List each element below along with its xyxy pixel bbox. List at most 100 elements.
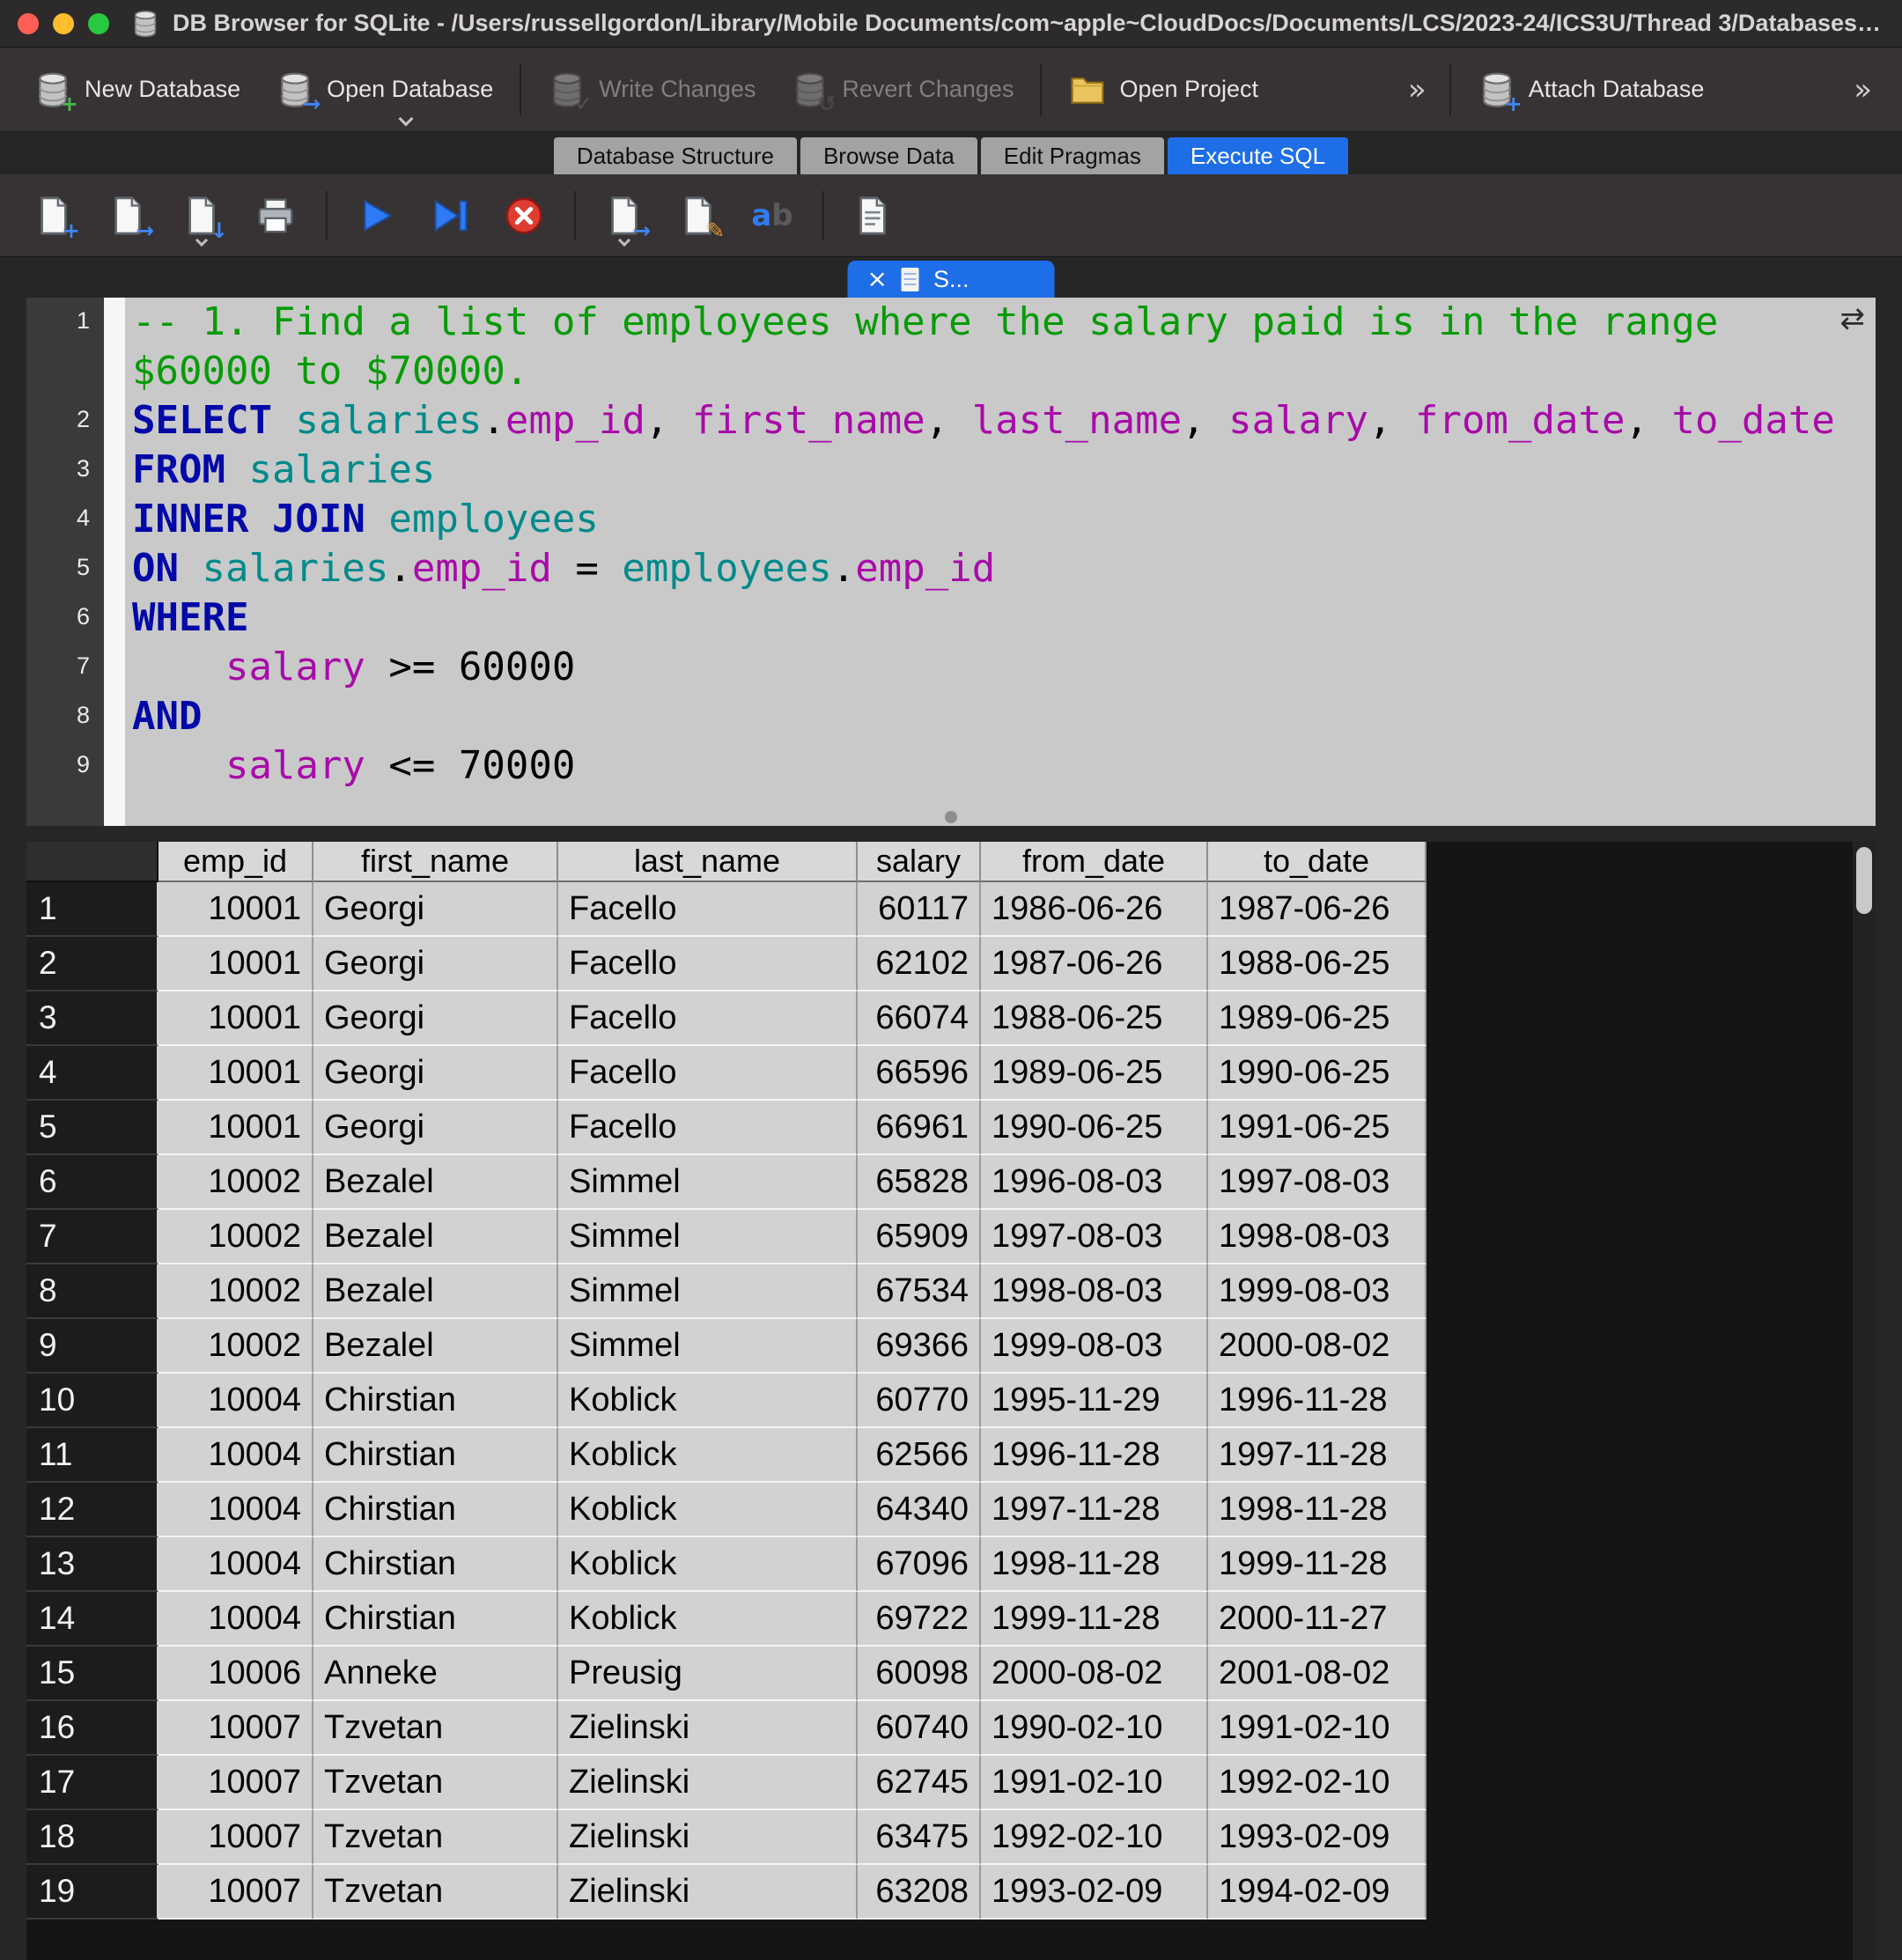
cell[interactable]: Koblick <box>558 1592 858 1647</box>
code-text[interactable]: AND <box>125 692 1876 741</box>
cell[interactable]: 10001 <box>158 937 313 991</box>
cell[interactable]: Chirstian <box>313 1592 558 1647</box>
cell[interactable]: 1986-06-26 <box>981 882 1208 937</box>
save-sql-file-button[interactable]: ↓ <box>173 185 231 247</box>
column-header-first_name[interactable]: first_name <box>313 842 558 882</box>
cell[interactable]: 69366 <box>858 1319 981 1374</box>
cell[interactable]: 66596 <box>858 1046 981 1101</box>
cell[interactable]: Koblick <box>558 1374 858 1428</box>
cell[interactable]: 10004 <box>158 1592 313 1647</box>
column-header-from_date[interactable]: from_date <box>981 842 1208 882</box>
cell[interactable]: Facello <box>558 1046 858 1101</box>
cell[interactable]: 10007 <box>158 1701 313 1756</box>
open-database-dropdown-icon[interactable] <box>398 112 413 127</box>
row-number[interactable]: 1 <box>26 882 158 937</box>
cell[interactable]: 1997-11-28 <box>981 1483 1208 1537</box>
tab-edit-pragmas[interactable]: Edit Pragmas <box>981 137 1164 174</box>
row-number[interactable]: 9 <box>26 1319 158 1374</box>
cell[interactable]: Facello <box>558 991 858 1046</box>
cell[interactable]: 10002 <box>158 1319 313 1374</box>
row-number[interactable]: 10 <box>26 1374 158 1428</box>
cell[interactable]: 1990-06-25 <box>981 1101 1208 1155</box>
cell[interactable]: 1988-06-25 <box>981 991 1208 1046</box>
vertical-scrollbar[interactable] <box>1853 842 1876 1960</box>
cell[interactable]: 60740 <box>858 1701 981 1756</box>
cell[interactable]: 1991-06-25 <box>1208 1101 1426 1155</box>
cell[interactable]: 1997-08-03 <box>1208 1155 1426 1210</box>
cell[interactable]: 60770 <box>858 1374 981 1428</box>
cell[interactable]: 10004 <box>158 1374 313 1428</box>
cell[interactable]: 1987-06-26 <box>981 937 1208 991</box>
cell[interactable]: 10001 <box>158 991 313 1046</box>
code-text[interactable]: SELECT salaries.emp_id, first_name, last… <box>125 396 1876 446</box>
cell[interactable]: 62566 <box>858 1428 981 1483</box>
tab-execute-sql[interactable]: Execute SQL <box>1168 137 1348 174</box>
cell[interactable]: 10007 <box>158 1865 313 1919</box>
cell[interactable]: 1991-02-10 <box>1208 1701 1426 1756</box>
cell[interactable]: 10001 <box>158 1101 313 1155</box>
cell[interactable]: Bezalel <box>313 1210 558 1264</box>
cell[interactable]: 67096 <box>858 1537 981 1592</box>
row-number[interactable]: 17 <box>26 1756 158 1810</box>
cell[interactable]: 60098 <box>858 1647 981 1701</box>
cell[interactable]: 1989-06-25 <box>981 1046 1208 1101</box>
cell[interactable]: 10004 <box>158 1428 313 1483</box>
code-text[interactable]: WHERE <box>125 593 1876 643</box>
cell[interactable]: Georgi <box>313 937 558 991</box>
row-number[interactable]: 19 <box>26 1865 158 1919</box>
cell[interactable]: 10001 <box>158 882 313 937</box>
editor-line[interactable]: 9 salary <= 70000 <box>26 741 1876 791</box>
row-number[interactable]: 14 <box>26 1592 158 1647</box>
column-header-last_name[interactable]: last_name <box>558 842 858 882</box>
cell[interactable]: Koblick <box>558 1483 858 1537</box>
cell[interactable]: 66074 <box>858 991 981 1046</box>
sql-file-tab[interactable]: × S... <box>848 261 1055 298</box>
cell[interactable]: 10004 <box>158 1537 313 1592</box>
cell[interactable]: 2001-08-02 <box>1208 1647 1426 1701</box>
cell[interactable]: 10001 <box>158 1046 313 1101</box>
column-header-emp_id[interactable]: emp_id <box>158 842 313 882</box>
row-number[interactable]: 8 <box>26 1264 158 1319</box>
row-number[interactable]: 6 <box>26 1155 158 1210</box>
cell[interactable]: 10002 <box>158 1210 313 1264</box>
cell[interactable]: 1998-08-03 <box>981 1264 1208 1319</box>
code-text[interactable]: salary <= 70000 <box>125 741 1876 791</box>
cell[interactable]: 1990-02-10 <box>981 1701 1208 1756</box>
cell[interactable]: 10002 <box>158 1155 313 1210</box>
cell[interactable]: Zielinski <box>558 1701 858 1756</box>
row-number[interactable]: 5 <box>26 1101 158 1155</box>
row-number[interactable]: 13 <box>26 1537 158 1592</box>
cell[interactable]: 63475 <box>858 1810 981 1865</box>
cell[interactable]: 65909 <box>858 1210 981 1264</box>
toolbar-overflow-chevron[interactable]: » <box>1394 72 1441 107</box>
cell[interactable]: Anneke <box>313 1647 558 1701</box>
cell[interactable]: 1988-06-25 <box>1208 937 1426 991</box>
cell[interactable]: 1995-11-29 <box>981 1374 1208 1428</box>
attach-database-button[interactable]: + Attach Database <box>1460 48 1722 131</box>
cell[interactable]: 1997-11-28 <box>1208 1428 1426 1483</box>
editor-line[interactable]: 3FROM salaries <box>26 446 1876 495</box>
cell[interactable]: 10004 <box>158 1483 313 1537</box>
print-button[interactable] <box>247 185 305 247</box>
editor-line[interactable]: 5ON salaries.emp_id = employees.emp_id <box>26 544 1876 593</box>
row-number[interactable]: 15 <box>26 1647 158 1701</box>
cell[interactable]: 1997-08-03 <box>981 1210 1208 1264</box>
cell[interactable]: Simmel <box>558 1264 858 1319</box>
cell[interactable]: 1993-02-09 <box>981 1865 1208 1919</box>
cell[interactable]: 1999-11-28 <box>1208 1537 1426 1592</box>
cell[interactable]: Zielinski <box>558 1810 858 1865</box>
find-replace-button[interactable]: ab <box>743 185 801 247</box>
editor-line[interactable]: 7 salary >= 60000 <box>26 643 1876 692</box>
cell[interactable]: Facello <box>558 937 858 991</box>
column-header-salary[interactable]: salary <box>858 842 981 882</box>
cell[interactable]: 64340 <box>858 1483 981 1537</box>
cell[interactable]: 2000-08-02 <box>981 1647 1208 1701</box>
cell[interactable]: Facello <box>558 1101 858 1155</box>
cell[interactable]: Georgi <box>313 1101 558 1155</box>
cell[interactable]: 10007 <box>158 1756 313 1810</box>
row-number[interactable]: 16 <box>26 1701 158 1756</box>
editor-blank-area[interactable] <box>125 791 1876 826</box>
row-number[interactable]: 12 <box>26 1483 158 1537</box>
sql-editor[interactable]: 1-- 1. Find a list of employees where th… <box>26 298 1876 826</box>
save-results-button[interactable]: ✎ <box>669 185 727 247</box>
